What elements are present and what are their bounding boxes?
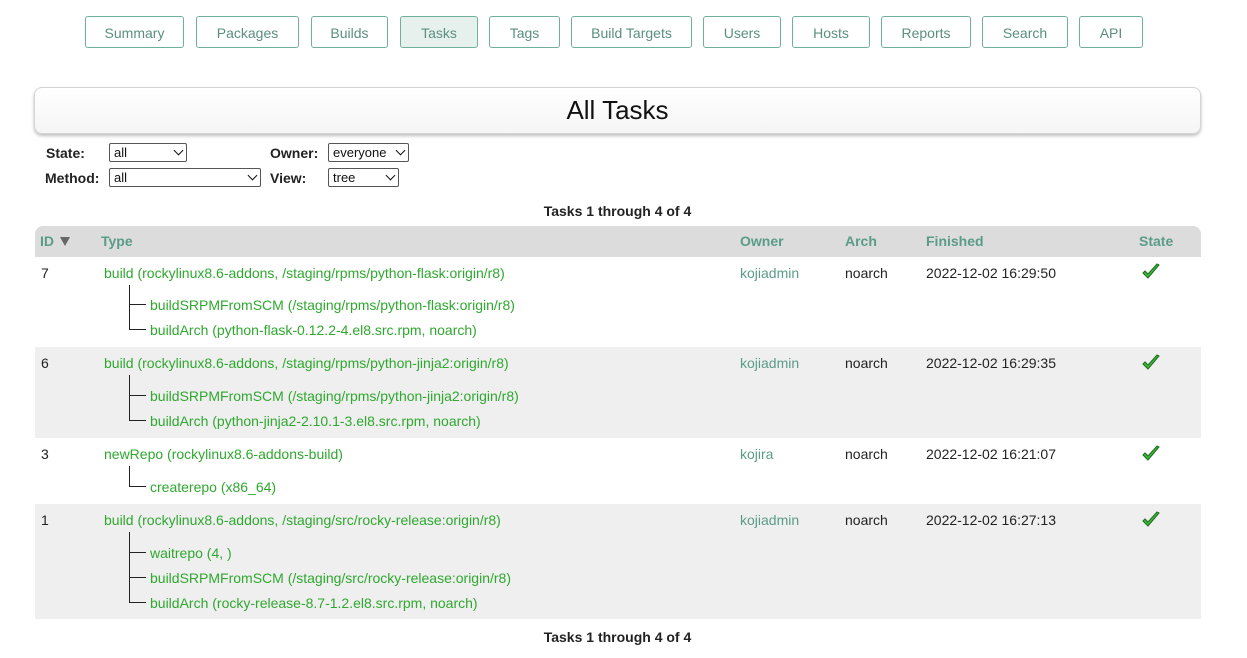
closed-check-icon[interactable] bbox=[1141, 262, 1161, 282]
method-label: Method: bbox=[45, 170, 100, 186]
nav-builds[interactable]: Builds bbox=[311, 16, 388, 48]
arch-value: noarch bbox=[845, 512, 888, 528]
pager-bottom: Tasks 1 through 4 of 4 bbox=[543, 629, 692, 645]
tree-branch bbox=[129, 395, 146, 396]
nav-tasks[interactable]: Tasks bbox=[400, 16, 478, 48]
nav-reports[interactable]: Reports bbox=[881, 16, 971, 48]
chevron-down-icon bbox=[395, 145, 406, 156]
subtask-link[interactable]: buildArch (python-jinja2-2.10.1-3.el8.sr… bbox=[150, 413, 481, 429]
subtask-link[interactable]: buildArch (rocky-release-8.7-1.2.el8.src… bbox=[150, 595, 478, 611]
task-id: 3 bbox=[41, 446, 49, 462]
finished-time: 2022-12-02 16:29:50 bbox=[926, 265, 1056, 281]
tree-branch bbox=[129, 577, 146, 578]
tree-branch bbox=[129, 329, 146, 330]
state-select[interactable]: all bbox=[109, 143, 187, 162]
task-id: 6 bbox=[41, 355, 49, 371]
owner-link[interactable]: kojira bbox=[740, 446, 773, 462]
header-finished[interactable]: Finished bbox=[926, 233, 984, 249]
subtask-link[interactable]: buildSRPMFromSCM (/staging/rpms/python-j… bbox=[150, 388, 519, 404]
header-type[interactable]: Type bbox=[101, 233, 133, 249]
tree-line bbox=[129, 532, 130, 602]
arch-value: noarch bbox=[845, 355, 888, 371]
task-link[interactable]: build (rockylinux8.6-addons, /staging/rp… bbox=[104, 355, 509, 371]
nav-hosts[interactable]: Hosts bbox=[792, 16, 870, 48]
state-label: State: bbox=[46, 145, 85, 161]
owner-label: Owner: bbox=[270, 145, 319, 161]
top-nav: Summary Packages Builds Tasks Tags Build… bbox=[0, 16, 1247, 50]
tree-line bbox=[129, 375, 130, 420]
view-label: View: bbox=[270, 170, 307, 186]
page-title: All Tasks bbox=[34, 87, 1201, 134]
tree-branch bbox=[129, 486, 146, 487]
nav-search[interactable]: Search bbox=[982, 16, 1068, 48]
tree-branch bbox=[129, 602, 146, 603]
owner-select[interactable]: everyone bbox=[328, 143, 409, 162]
nav-build-targets[interactable]: Build Targets bbox=[571, 16, 692, 48]
finished-time: 2022-12-02 16:27:13 bbox=[926, 512, 1056, 528]
header-state[interactable]: State bbox=[1139, 233, 1173, 249]
chevron-down-icon bbox=[173, 145, 184, 156]
task-link[interactable]: build (rockylinux8.6-addons, /staging/sr… bbox=[104, 512, 501, 528]
tree-line bbox=[129, 466, 130, 486]
nav-users[interactable]: Users bbox=[703, 16, 781, 48]
method-select[interactable]: all bbox=[109, 168, 261, 187]
nav-tags[interactable]: Tags bbox=[489, 16, 560, 48]
chevron-down-icon bbox=[247, 170, 258, 181]
sort-desc-icon[interactable] bbox=[60, 237, 70, 246]
subtask-link[interactable]: waitrepo (4, ) bbox=[150, 545, 232, 561]
tree-branch bbox=[129, 552, 146, 553]
owner-link[interactable]: kojiadmin bbox=[740, 265, 799, 281]
arch-value: noarch bbox=[845, 446, 888, 462]
owner-link[interactable]: kojiadmin bbox=[740, 355, 799, 371]
subtask-link[interactable]: buildSRPMFromSCM (/staging/src/rocky-rel… bbox=[150, 570, 511, 586]
arch-value: noarch bbox=[845, 265, 888, 281]
nav-summary[interactable]: Summary bbox=[85, 16, 184, 48]
view-select[interactable]: tree bbox=[328, 168, 399, 187]
subtask-link[interactable]: buildArch (python-flask-0.12.2-4.el8.src… bbox=[150, 322, 477, 338]
tree-branch bbox=[129, 420, 146, 421]
closed-check-icon[interactable] bbox=[1141, 444, 1161, 464]
table-row: 3 newRepo (rockylinux8.6-addons-build) c… bbox=[35, 438, 1201, 504]
closed-check-icon[interactable] bbox=[1141, 510, 1161, 530]
task-id: 1 bbox=[41, 512, 49, 528]
table-row: 6 build (rockylinux8.6-addons, /staging/… bbox=[35, 347, 1201, 438]
chevron-down-icon bbox=[385, 170, 396, 181]
pager-top: Tasks 1 through 4 of 4 bbox=[543, 203, 692, 219]
nav-api[interactable]: API bbox=[1079, 16, 1143, 48]
header-id[interactable]: ID bbox=[40, 233, 54, 249]
tree-branch bbox=[129, 304, 146, 305]
owner-link[interactable]: kojiadmin bbox=[740, 512, 799, 528]
table-row: 1 build (rockylinux8.6-addons, /staging/… bbox=[35, 504, 1201, 619]
tree-line bbox=[129, 285, 130, 329]
header-owner[interactable]: Owner bbox=[740, 233, 784, 249]
subtask-link[interactable]: createrepo (x86_64) bbox=[150, 479, 276, 495]
table-header: ID Type Owner Arch Finished State bbox=[35, 226, 1201, 257]
task-id: 7 bbox=[41, 265, 49, 281]
header-arch[interactable]: Arch bbox=[845, 233, 877, 249]
subtask-link[interactable]: buildSRPMFromSCM (/staging/rpms/python-f… bbox=[150, 297, 515, 313]
task-link[interactable]: newRepo (rockylinux8.6-addons-build) bbox=[104, 446, 343, 462]
task-link[interactable]: build (rockylinux8.6-addons, /staging/rp… bbox=[104, 265, 505, 281]
closed-check-icon[interactable] bbox=[1141, 353, 1161, 373]
finished-time: 2022-12-02 16:21:07 bbox=[926, 446, 1056, 462]
nav-packages[interactable]: Packages bbox=[196, 16, 299, 48]
finished-time: 2022-12-02 16:29:35 bbox=[926, 355, 1056, 371]
table-row: 7 build (rockylinux8.6-addons, /staging/… bbox=[35, 257, 1201, 347]
